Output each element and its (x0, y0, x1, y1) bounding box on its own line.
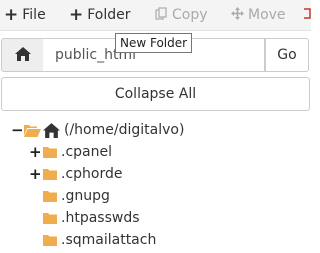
go-label: Go (277, 47, 297, 63)
folder-icon (43, 146, 57, 162)
tree-root-label: (/home/digitalvo) (64, 122, 185, 138)
toolbar-overflow-icon (304, 7, 311, 24)
tree-item-label: .sqmailattach (61, 232, 157, 248)
tree-item[interactable]: + .cphorde (0, 164, 311, 186)
move-button[interactable]: Move (231, 0, 286, 30)
expand-toggle-icon[interactable]: + (29, 143, 42, 161)
file-manager-panel: + File + Folder Copy Move New Folder pub… (0, 0, 311, 253)
tree-root[interactable]: − (/home/digitalvo) (0, 120, 311, 142)
tree-item[interactable]: .sqmailattach (0, 230, 311, 252)
new-folder-label: Folder (87, 7, 131, 23)
tree-item-label: .cpanel (61, 144, 112, 160)
home-icon (43, 123, 60, 142)
tree-item[interactable]: + .cpanel (0, 142, 311, 164)
new-file-label: File (22, 7, 46, 23)
folder-icon (43, 190, 57, 206)
collapse-all-label: Collapse All (114, 86, 197, 102)
plus-icon: + (69, 4, 84, 25)
more-toolbar-button[interactable] (304, 0, 311, 30)
new-file-button[interactable]: + File (4, 0, 46, 30)
home-button[interactable] (1, 38, 45, 72)
folder-icon (43, 168, 57, 184)
copy-label: Copy (172, 7, 208, 23)
tree-item-label: .cphorde (61, 166, 123, 182)
tree-item[interactable]: .htpasswds (0, 208, 311, 230)
copy-icon (155, 6, 168, 24)
new-folder-tooltip: New Folder (115, 33, 193, 53)
move-arrows-icon (231, 6, 244, 24)
tree-item[interactable]: .gnupg (0, 186, 311, 208)
folder-icon (43, 212, 57, 228)
toolbar: + File + Folder Copy Move (0, 0, 311, 31)
tree-item-label: .htpasswds (61, 210, 140, 226)
folder-icon (43, 234, 57, 250)
expand-toggle-icon[interactable]: + (29, 165, 42, 183)
open-folder-icon (24, 124, 41, 141)
plus-icon: + (4, 4, 19, 25)
new-folder-button[interactable]: + Folder (69, 0, 131, 30)
collapse-all-button[interactable]: Collapse All (1, 77, 310, 111)
move-label: Move (248, 7, 286, 23)
tree-item-label: .gnupg (61, 188, 110, 204)
copy-button[interactable]: Copy (155, 0, 208, 30)
home-icon (15, 46, 31, 65)
collapse-toggle-icon[interactable]: − (11, 121, 24, 139)
go-button[interactable]: Go (265, 38, 309, 72)
